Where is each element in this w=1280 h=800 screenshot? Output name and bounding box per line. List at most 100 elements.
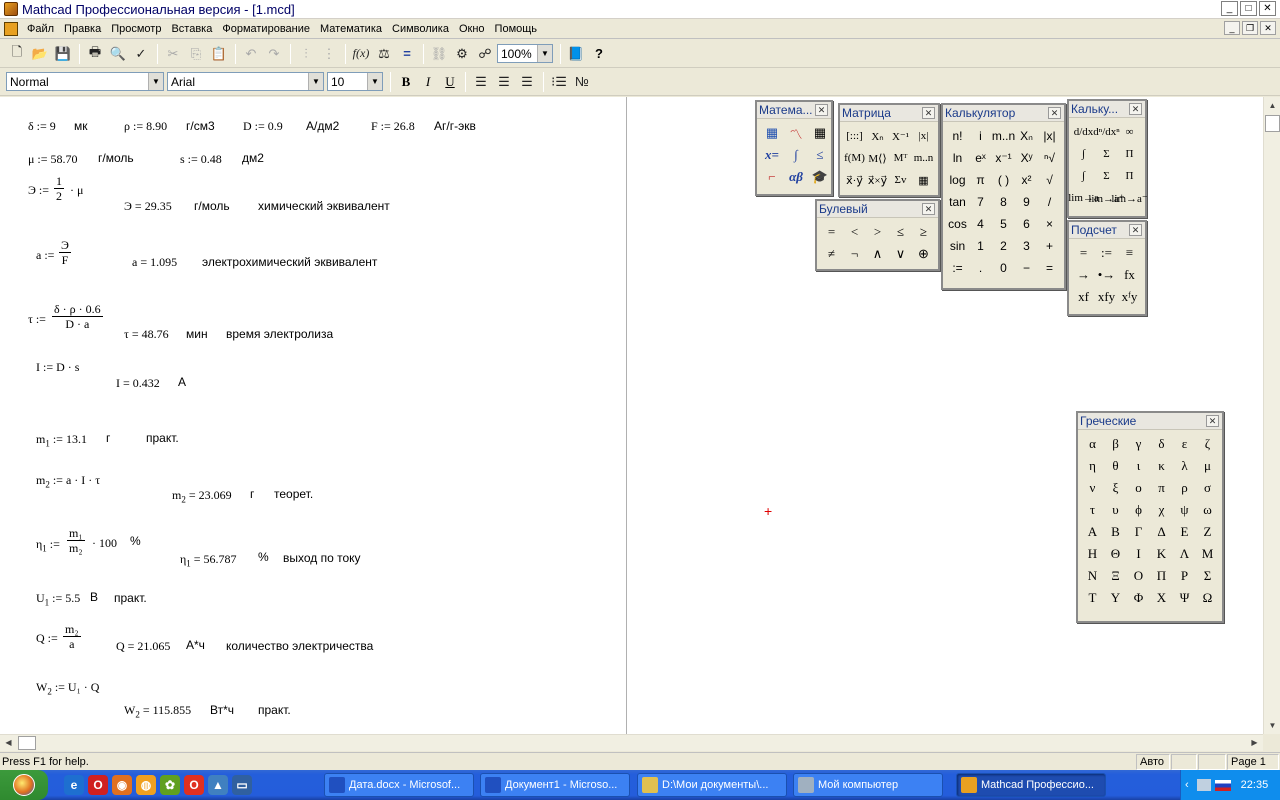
greek-letter-button-26[interactable]: Γ bbox=[1127, 521, 1150, 543]
document-icon[interactable] bbox=[4, 21, 18, 36]
eta-assign-lhs[interactable]: η1 := bbox=[36, 537, 60, 553]
paste-icon[interactable]: 📋 bbox=[208, 43, 230, 65]
run-script-icon[interactable]: ☍ bbox=[474, 43, 496, 65]
greek-letter-button-45[interactable]: Χ bbox=[1150, 587, 1173, 609]
greek-letter-button-40[interactable]: Ρ bbox=[1173, 565, 1196, 587]
horizontal-scroll-thumb[interactable] bbox=[18, 736, 36, 750]
greek-palette-close-icon[interactable]: ✕ bbox=[1206, 415, 1219, 427]
greek-letter-button-1[interactable]: β bbox=[1104, 433, 1127, 455]
greek-letter-button-24[interactable]: Α bbox=[1081, 521, 1104, 543]
menu-math[interactable]: Математика bbox=[315, 23, 387, 35]
greek-letter-button-5[interactable]: ζ bbox=[1196, 433, 1219, 455]
greek-letter-button-33[interactable]: Κ bbox=[1150, 543, 1173, 565]
m2-definition[interactable]: m2 := a · I · τ bbox=[36, 473, 100, 489]
boolean-button-9[interactable]: ⊕ bbox=[912, 243, 935, 265]
greek-letter-button-39[interactable]: Π bbox=[1150, 565, 1173, 587]
italic-button[interactable]: I bbox=[417, 71, 439, 93]
doc-close-button[interactable]: ✕ bbox=[1260, 21, 1276, 35]
greek-letter-button-23[interactable]: ω bbox=[1196, 499, 1219, 521]
boolean-palette[interactable]: Булевый ✕ = < > ≤ ≥ ≠ ¬ ∧ ∨ ⊕ bbox=[815, 199, 940, 271]
D-definition[interactable]: D := 0.9 bbox=[243, 119, 283, 134]
greek-letter-button-47[interactable]: Ω bbox=[1196, 587, 1219, 609]
insert-unit-icon[interactable]: ⚖ bbox=[373, 43, 395, 65]
calculator-button-12[interactable]: ( ) bbox=[992, 169, 1015, 191]
zoom-select[interactable]: 100% ▼ bbox=[497, 44, 553, 63]
clock[interactable]: 22:35 bbox=[1241, 779, 1269, 791]
greek-letter-button-22[interactable]: ψ bbox=[1173, 499, 1196, 521]
greek-letter-button-21[interactable]: χ bbox=[1150, 499, 1173, 521]
bullets-icon[interactable]: ⁝☰ bbox=[548, 71, 570, 93]
boolean-button-6[interactable]: ¬ bbox=[843, 243, 866, 265]
matrix-button-5[interactable]: M⟨⟩ bbox=[866, 147, 889, 169]
greek-palette[interactable]: Греческие ✕ αβγδεζ ηθικλμ νξοπρσ τυϕχψω ΑΒΓΔΕ… bbox=[1076, 411, 1224, 623]
calculator-button-24[interactable]: × bbox=[1038, 213, 1061, 235]
greek-letter-button-7[interactable]: θ bbox=[1104, 455, 1127, 477]
save-icon[interactable]: 💾 bbox=[52, 43, 74, 65]
firefox-icon[interactable]: ◉ bbox=[112, 775, 132, 795]
calculator-toolbar-icon[interactable]: ▦ bbox=[760, 122, 784, 144]
greek-toolbar-icon[interactable]: αβ bbox=[784, 166, 808, 188]
E-assign-lhs[interactable]: Э := bbox=[28, 183, 49, 198]
E-assign-rhs[interactable]: · μ bbox=[70, 183, 83, 198]
eta-fraction[interactable]: m₁ m₂ bbox=[67, 526, 85, 555]
greek-letter-button-10[interactable]: λ bbox=[1173, 455, 1196, 477]
calculator-button-1[interactable]: i bbox=[969, 125, 992, 147]
greek-letter-button-16[interactable]: ρ bbox=[1173, 477, 1196, 499]
calculator-button-26[interactable]: 1 bbox=[969, 235, 992, 257]
calculus-palette-close-icon[interactable]: ✕ bbox=[1129, 103, 1142, 115]
calculus-button-11[interactable]: lim→a⁻ bbox=[1111, 187, 1147, 209]
print-preview-icon[interactable]: 🔍 bbox=[107, 43, 129, 65]
boolean-button-1[interactable]: < bbox=[843, 221, 866, 243]
Q-fraction[interactable]: m₂ a bbox=[63, 622, 81, 651]
W2-definition[interactable]: W2 := U₁ · Q bbox=[36, 680, 99, 696]
calculator-button-8[interactable]: Xʸ bbox=[1015, 147, 1038, 169]
evaluation-button-7[interactable]: xfy bbox=[1095, 286, 1118, 308]
m2-unit[interactable]: г bbox=[250, 487, 254, 501]
greek-letter-button-41[interactable]: Σ bbox=[1196, 565, 1219, 587]
calculus-button-2[interactable]: ∞ bbox=[1118, 121, 1141, 143]
boolean-button-5[interactable]: ≠ bbox=[820, 243, 843, 265]
greek-letter-button-32[interactable]: Ι bbox=[1127, 543, 1150, 565]
doc-restore-button[interactable]: ❐ bbox=[1242, 21, 1258, 35]
align-down-icon[interactable]: ⋮ bbox=[318, 43, 340, 65]
greek-letter-button-42[interactable]: Τ bbox=[1081, 587, 1104, 609]
F-unit[interactable]: Аг/г-экв bbox=[434, 119, 476, 133]
menu-format[interactable]: Форматирование bbox=[217, 23, 315, 35]
align-across-icon[interactable]: ⫶ bbox=[295, 43, 317, 65]
greek-letter-button-18[interactable]: τ bbox=[1081, 499, 1104, 521]
a-result[interactable]: a = 1.095 bbox=[132, 255, 177, 270]
a-description[interactable]: электрохимический эквивалент bbox=[202, 255, 377, 269]
boolean-button-8[interactable]: ∨ bbox=[889, 243, 912, 265]
I-unit[interactable]: A bbox=[178, 375, 186, 389]
evaluation-button-8[interactable]: xᶠy bbox=[1118, 286, 1141, 308]
horizontal-scrollbar[interactable]: ◀ ▶ bbox=[0, 734, 1263, 751]
calculator-button-25[interactable]: sin bbox=[946, 235, 969, 257]
greek-letter-button-8[interactable]: ι bbox=[1127, 455, 1150, 477]
menu-help[interactable]: Помощь bbox=[490, 23, 543, 35]
scroll-left-icon[interactable]: ◀ bbox=[0, 735, 17, 751]
language-flag-icon[interactable] bbox=[1214, 779, 1231, 791]
calculator-button-18[interactable]: 9 bbox=[1015, 191, 1038, 213]
matrix-button-7[interactable]: m..n bbox=[912, 147, 935, 169]
calculator-button-31[interactable]: . bbox=[969, 257, 992, 279]
insert-hyperlink-icon[interactable]: ⛓ bbox=[428, 43, 450, 65]
boolean-button-7[interactable]: ∧ bbox=[866, 243, 889, 265]
minimize-button[interactable]: _ bbox=[1221, 1, 1238, 16]
tray-chevron-icon[interactable]: ‹ bbox=[1185, 779, 1189, 791]
tau-unit[interactable]: мин bbox=[186, 327, 208, 341]
calculus-button-0[interactable]: d/dx bbox=[1072, 121, 1095, 143]
D-unit[interactable]: А/дм2 bbox=[306, 119, 339, 133]
greek-letter-button-14[interactable]: ο bbox=[1127, 477, 1150, 499]
calculus-button-5[interactable]: Π bbox=[1118, 143, 1141, 165]
font-size-select[interactable]: 10 ▼ bbox=[327, 72, 383, 91]
greek-letter-button-15[interactable]: π bbox=[1150, 477, 1173, 499]
show-desktop-icon[interactable]: ▭ bbox=[232, 775, 252, 795]
task-button-folder[interactable]: D:\Мои документы\... bbox=[637, 773, 787, 797]
E-description[interactable]: химический эквивалент bbox=[258, 199, 390, 213]
greek-letter-button-6[interactable]: η bbox=[1081, 455, 1104, 477]
calculator-button-16[interactable]: 7 bbox=[969, 191, 992, 213]
matrix-button-11[interactable]: ▦ bbox=[912, 169, 935, 191]
undo-icon[interactable]: ↶ bbox=[240, 43, 262, 65]
calculator-button-28[interactable]: 3 bbox=[1015, 235, 1038, 257]
greek-letter-button-12[interactable]: ν bbox=[1081, 477, 1104, 499]
